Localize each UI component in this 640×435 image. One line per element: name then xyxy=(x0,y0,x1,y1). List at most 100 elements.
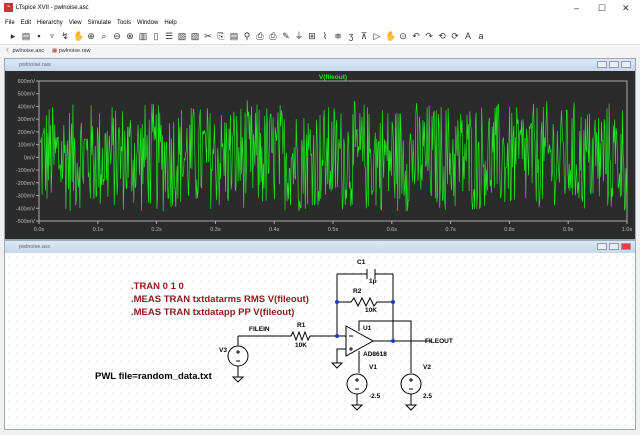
app-icon: ⌁ xyxy=(4,3,13,12)
minimize-button[interactable]: – xyxy=(574,3,579,13)
tab-waveform[interactable]: ▦ pwlnoise.raw xyxy=(52,48,91,54)
y-tick-label: 500mV xyxy=(18,92,36,98)
menu-tools[interactable]: Tools xyxy=(117,20,131,26)
document-tabs: ☾ pwlnoise.asc ▦ pwlnoise.raw xyxy=(0,45,640,57)
menu-hierarchy[interactable]: Hierarchy xyxy=(37,20,63,26)
close-button[interactable] xyxy=(621,61,631,68)
maximize-button[interactable]: ☐ xyxy=(598,3,606,14)
minimize-button[interactable] xyxy=(597,243,607,250)
spice-directive-meas-pp[interactable]: .MEAS TRAN txtdatapp PP V(fileout) xyxy=(131,307,294,318)
close-button[interactable] xyxy=(621,243,631,250)
open-icon[interactable]: ▤ xyxy=(21,31,31,42)
zoom-fit-icon[interactable]: ⊗ xyxy=(125,31,135,42)
spice-directive-meas-rms[interactable]: .MEAS TRAN txtdatarms RMS V(fileout) xyxy=(131,294,309,305)
net-label-filein[interactable]: FILEIN xyxy=(249,326,270,333)
menu-window[interactable]: Window xyxy=(137,20,158,26)
x-tick-label: 0.9s xyxy=(563,227,574,233)
c1-value[interactable]: 1p xyxy=(369,278,377,285)
y-tick-label: -200mV xyxy=(16,181,36,187)
v2-name[interactable]: V2 xyxy=(423,364,431,371)
find-icon[interactable]: ⚲ xyxy=(242,31,252,42)
new-icon[interactable]: ▸ xyxy=(8,31,18,42)
y-tick-label: 100mV xyxy=(18,143,36,149)
zoom-in-icon[interactable]: ⊕ xyxy=(86,31,96,42)
v2-value[interactable]: 2.5 xyxy=(423,393,432,400)
r1-value[interactable]: 10K xyxy=(295,342,307,349)
net-label-fileout[interactable]: FILEOUT xyxy=(425,338,453,345)
label-icon[interactable]: ⊞ xyxy=(307,31,317,42)
tab-schematic[interactable]: ☾ pwlnoise.asc xyxy=(6,48,44,54)
trace-v-fileout[interactable] xyxy=(39,100,627,212)
u1-value[interactable]: AD8618 xyxy=(363,351,387,358)
ground-icon[interactable]: ⏚ xyxy=(294,31,304,42)
menu-edit[interactable]: Edit xyxy=(21,20,31,26)
spice-directive-tran[interactable]: .TRAN 0 1 0 xyxy=(131,281,184,292)
toolbar: ▸ ▤ ▪ ♆ ↯ ✋ ⊕ ⌕ ⊖ ⊗ ▥ ▯ ☰ ▧ ▨ ✂ ⎘ ▤ ⚲ ⎙ ⎙ ✎ ⏚ ⊞ ⌇ ≑ ʒ ⊼ ▷ ✋ ⊙ ↶ ↷ ⟲ ⟳ Aa xyxy=(0,28,640,45)
inductor-icon[interactable]: ʒ xyxy=(346,31,356,42)
capacitor-c1 xyxy=(337,269,393,279)
r2-value[interactable]: 10K xyxy=(365,307,377,314)
print-preview-icon[interactable]: ⎙ xyxy=(255,31,265,42)
title-bar: ⌁ LTspice XVII - pwlnoise.asc – ☐ ✕ xyxy=(0,0,640,17)
pwl-comment[interactable]: PWL file=random_data.txt xyxy=(95,371,212,382)
spice-directive-icon[interactable]: a xyxy=(476,31,486,42)
menu-file[interactable]: File xyxy=(5,20,15,26)
minimize-button[interactable] xyxy=(597,61,607,68)
menu-view[interactable]: View xyxy=(69,20,82,26)
drag-icon[interactable]: ⊙ xyxy=(398,31,408,42)
resistor-r2 xyxy=(337,296,393,308)
print-icon[interactable]: ⎙ xyxy=(268,31,278,42)
capacitor-icon[interactable]: ≑ xyxy=(333,31,343,42)
cascade-icon[interactable]: ▧ xyxy=(177,31,187,42)
v3-name[interactable]: V3 xyxy=(219,347,227,354)
redo-icon[interactable]: ↷ xyxy=(424,31,434,42)
tile-horizontal-icon[interactable]: ☰ xyxy=(164,31,174,42)
menu-help[interactable]: Help xyxy=(164,20,176,26)
pan-icon[interactable]: ⌕ xyxy=(99,31,109,42)
tile-vertical-icon[interactable]: ▨ xyxy=(190,31,200,42)
draw-wire-icon[interactable]: ✎ xyxy=(281,31,291,42)
halt-icon[interactable]: ✋ xyxy=(73,31,84,42)
mirror-icon[interactable]: ⟳ xyxy=(450,31,460,42)
x-tick-label: 1.0s xyxy=(622,227,633,233)
component-icon[interactable]: ▷ xyxy=(372,31,382,42)
restore-button[interactable] xyxy=(609,243,619,250)
move-icon[interactable]: ✋ xyxy=(385,31,396,42)
autorange-icon[interactable]: ▥ xyxy=(138,31,148,42)
restore-button[interactable] xyxy=(609,61,619,68)
undo-icon[interactable]: ↶ xyxy=(411,31,421,42)
c1-name[interactable]: C1 xyxy=(357,259,365,266)
voltage-source-v3 xyxy=(227,345,249,367)
u1-name[interactable]: U1 xyxy=(363,325,371,332)
y-tick-label: -300mV xyxy=(16,194,36,200)
x-tick-label: 0.7s xyxy=(445,227,456,233)
menu-simulate[interactable]: Simulate xyxy=(88,20,111,26)
paste-icon[interactable]: ▤ xyxy=(229,31,239,42)
waveform-svg: 600mV 500mV 400mV 300mV 200mV 100mV 0mV -100mV -… xyxy=(16,74,633,233)
schematic-window: pwlnoise.asc .TRAN 0 1 0 .MEAS TRAN txtd… xyxy=(4,240,636,430)
v1-value[interactable]: -2.5 xyxy=(369,393,380,400)
close-button[interactable]: ✕ xyxy=(622,3,630,14)
resistor-icon[interactable]: ⌇ xyxy=(320,31,330,42)
diode-icon[interactable]: ⊼ xyxy=(359,31,369,42)
save-icon[interactable]: ▪ xyxy=(34,31,44,42)
cut-icon[interactable]: ✂ xyxy=(203,31,213,42)
trace-label[interactable]: V(fileout) xyxy=(319,74,347,81)
text-icon[interactable]: A xyxy=(463,31,473,42)
y-tick-label: 300mV xyxy=(18,117,36,123)
circuit-wires xyxy=(227,269,431,411)
run-icon[interactable]: ↯ xyxy=(60,31,70,42)
zoom-cancel-icon[interactable]: ▯ xyxy=(151,31,161,42)
copy-icon[interactable]: ⎘ xyxy=(216,31,226,42)
control-panel-icon[interactable]: ♆ xyxy=(47,31,57,42)
schematic-canvas[interactable]: .TRAN 0 1 0 .MEAS TRAN txtdatarms RMS V(… xyxy=(5,253,635,429)
r1-name[interactable]: R1 xyxy=(297,322,305,329)
rotate-icon[interactable]: ⟲ xyxy=(437,31,447,42)
r2-name[interactable]: R2 xyxy=(353,288,361,295)
waveform-icon: ▦ xyxy=(51,48,59,54)
v1-name[interactable]: V1 xyxy=(369,364,377,371)
x-tick-label: 0.3s xyxy=(210,227,221,233)
waveform-window: pwlnoise.raw 600mV 500mV 400mV 300mV 200mV 10… xyxy=(4,58,636,240)
waveform-plot[interactable]: 600mV 500mV 400mV 300mV 200mV 100mV 0mV -100mV -… xyxy=(5,71,635,239)
zoom-out-icon[interactable]: ⊖ xyxy=(112,31,122,42)
